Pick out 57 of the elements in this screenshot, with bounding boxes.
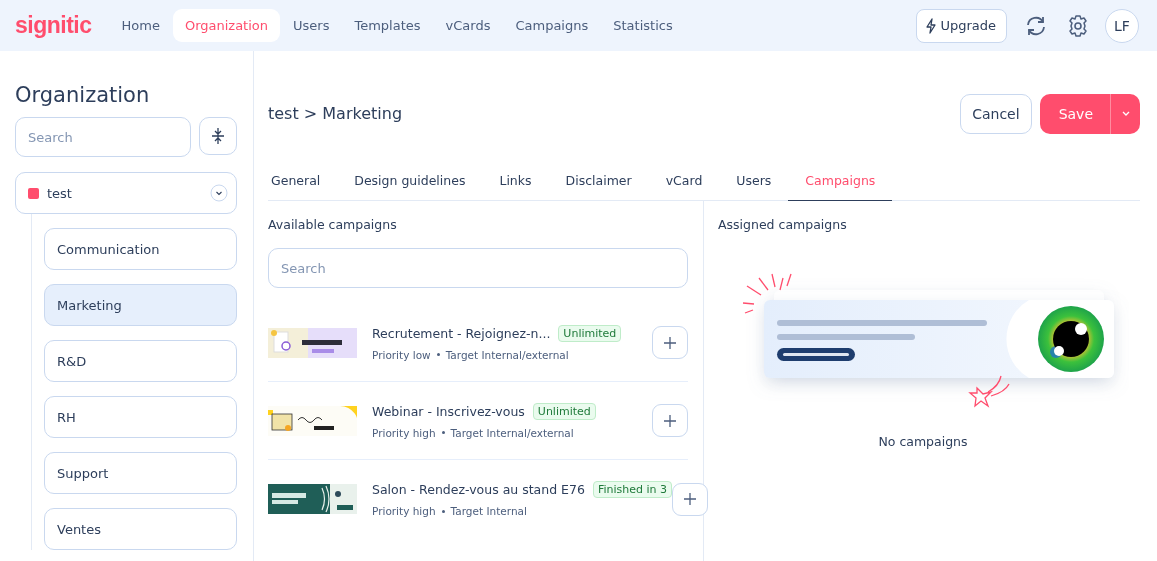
tab[interactable]: Design guidelines xyxy=(337,163,483,201)
tree-item[interactable]: Marketing xyxy=(44,284,237,326)
tree-item[interactable]: RH xyxy=(44,396,237,438)
chevron-icon[interactable] xyxy=(210,184,228,202)
sidebar-title: Organization xyxy=(15,83,151,107)
status-badge: Unlimited xyxy=(558,324,622,342)
section-title: Assigned campaigns xyxy=(718,217,848,232)
caret-icon xyxy=(1120,110,1131,117)
empty-state-text: No campaigns xyxy=(878,434,968,449)
tree-item[interactable]: R&D xyxy=(44,340,237,382)
campaign-name: Recrutement - Rejoignez-n... xyxy=(372,325,551,341)
separator-dot xyxy=(436,353,440,356)
campaign-name: Webinar - Inscrivez-vous xyxy=(372,403,525,419)
status-badge: Finished in 3 xyxy=(592,481,672,498)
add-button[interactable] xyxy=(652,404,688,437)
separator-dot xyxy=(441,509,445,513)
nav-tab[interactable]: Users xyxy=(281,9,342,42)
add-button[interactable] xyxy=(672,482,708,516)
target-text: Target Internal/external xyxy=(445,348,569,361)
plus-icon xyxy=(663,335,677,350)
collapse-button[interactable] xyxy=(199,117,237,155)
tree-item[interactable]: Ventes xyxy=(44,508,237,550)
status-badge: Unlimited xyxy=(532,402,596,420)
lightning-icon xyxy=(925,17,938,34)
tree-item[interactable]: Support xyxy=(44,452,237,494)
nav-tab[interactable]: Statistics xyxy=(601,9,685,42)
campaign-name: Salon - Rendez-vous au stand E76 xyxy=(372,482,585,497)
priority-text: Priority low xyxy=(372,348,431,361)
collapse-icon xyxy=(210,127,226,145)
breadcrumb: test > Marketing xyxy=(268,104,404,123)
nav-tab[interactable]: Templates xyxy=(342,9,433,42)
search-field[interactable]: Search xyxy=(15,117,191,157)
add-button[interactable] xyxy=(652,326,688,359)
target-text: Target Internal xyxy=(450,505,527,517)
tab[interactable]: Users xyxy=(719,163,789,201)
nav-tab[interactable]: Home xyxy=(109,9,172,42)
cancel-button[interactable]: Cancel xyxy=(960,93,1032,134)
upgrade-button[interactable]: Upgrade xyxy=(916,8,1007,43)
nav-tab[interactable]: vCards xyxy=(433,9,503,42)
plus-icon xyxy=(683,492,697,506)
priority-text: Priority high xyxy=(372,505,436,517)
tree-item[interactable]: Communication xyxy=(44,228,237,270)
target-text: Target Internal/external xyxy=(450,426,574,439)
nav-tab[interactable]: Campaigns xyxy=(503,9,601,42)
brand-logo: signitic xyxy=(15,12,92,39)
section-title: Available campaigns xyxy=(268,217,398,232)
tree-item[interactable]: test xyxy=(15,172,237,214)
search-field[interactable]: Search xyxy=(268,248,688,288)
tree-item-label: test xyxy=(47,185,73,201)
tab[interactable]: Links xyxy=(482,163,549,201)
tab[interactable]: General xyxy=(268,163,338,201)
tab[interactable]: vCard xyxy=(648,163,720,201)
tab[interactable]: Disclaimer xyxy=(548,163,649,201)
separator-dot xyxy=(441,431,445,434)
priority-text: Priority high xyxy=(372,426,436,439)
plus-icon xyxy=(663,413,677,428)
user-avatar[interactable]: LF xyxy=(1105,8,1139,43)
